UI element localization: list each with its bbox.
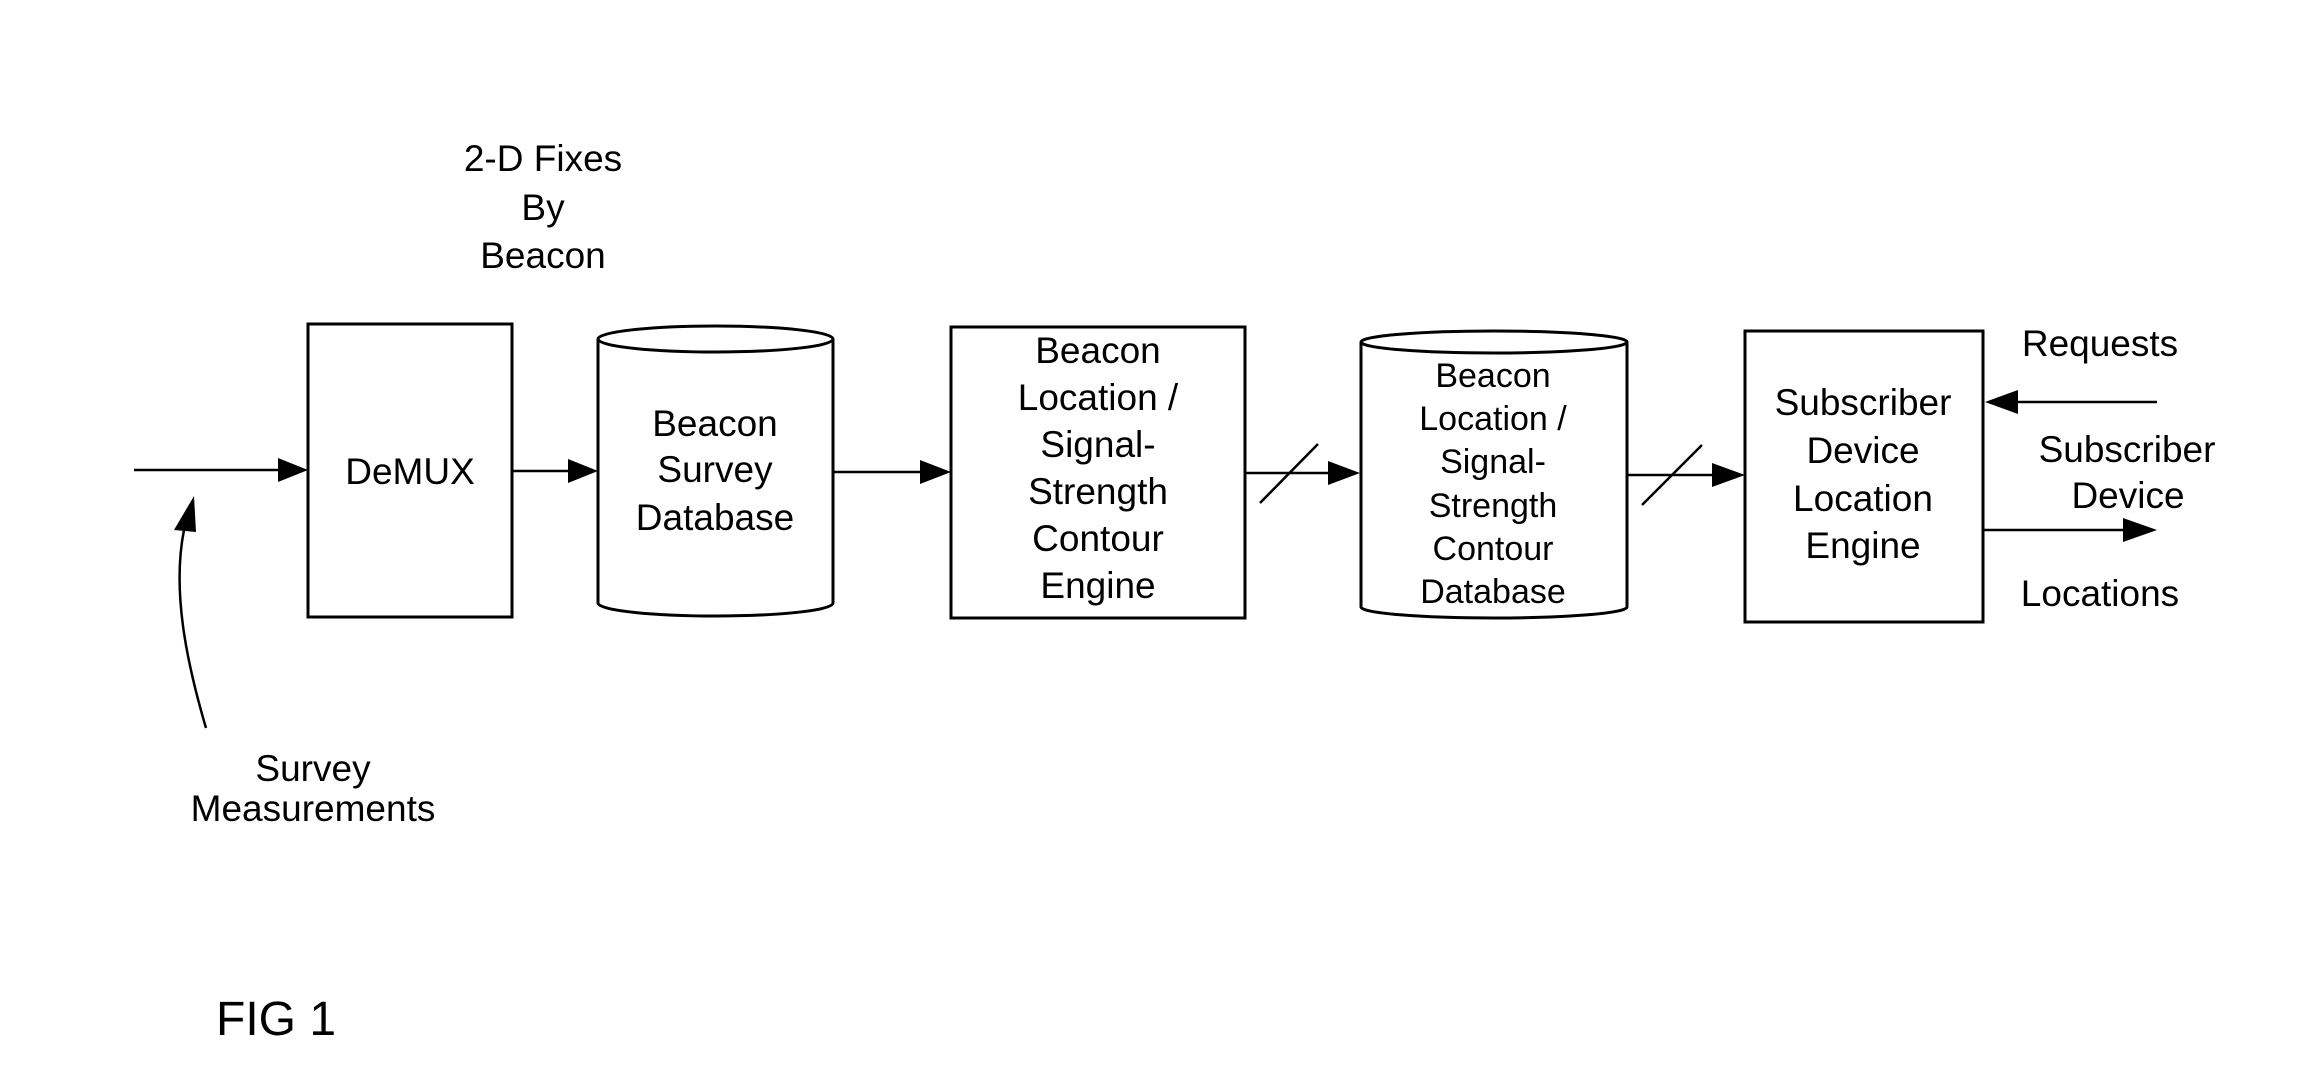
contour-engine-node: Beacon Location / Signal- Strength Conto… xyxy=(949,325,1247,620)
fixes-label-line: 2-D Fixes xyxy=(464,138,622,179)
database-top xyxy=(596,324,835,354)
subscriber-device-label-line: Device xyxy=(2071,475,2184,516)
fixes-label-line: Beacon xyxy=(480,235,606,276)
arrowhead-icon xyxy=(278,458,308,482)
contour-engine-label-line: Signal- xyxy=(1040,424,1155,465)
engine-to-contour-db-arrow xyxy=(1245,443,1360,504)
contour-engine-label-line: Contour xyxy=(1032,518,1164,559)
demux-label: DeMUX xyxy=(345,451,475,492)
subscriber-engine-label-line: Engine xyxy=(1805,525,1920,566)
curved-arrow-line xyxy=(178,529,208,729)
survey-db-label-line: Beacon xyxy=(652,403,778,444)
demux-node: DeMUX xyxy=(306,322,514,619)
contour-db-label-line: Signal- xyxy=(1440,443,1546,481)
contour-engine-label-line: Beacon xyxy=(1035,330,1161,371)
survey-measurements-line: Survey xyxy=(255,748,371,789)
fixes-by-beacon-label: 2-D Fixes By Beacon xyxy=(464,138,622,276)
contour-db-label-line: Contour xyxy=(1433,530,1554,568)
arrowhead-icon xyxy=(920,460,951,484)
survey-measurements-line: Measurements xyxy=(191,788,436,829)
subscriber-engine-label-line: Device xyxy=(1806,430,1919,471)
arrowhead-icon xyxy=(1985,390,2018,414)
subscriber-engine-label-line: Subscriber xyxy=(1775,382,1952,423)
contour-engine-label-line: Strength xyxy=(1028,471,1168,512)
arrowhead-icon xyxy=(2123,518,2157,542)
subscriber-engine-box xyxy=(1743,329,1985,624)
figure-caption: FIG 1 xyxy=(216,993,336,1046)
demux-to-survey-db-arrow xyxy=(512,459,598,483)
arrowhead-icon xyxy=(174,496,196,532)
locations-label: Locations xyxy=(2021,573,2179,614)
survey-db-label-line: Survey xyxy=(657,449,773,490)
contour-db-label-line: Beacon xyxy=(1435,357,1550,395)
contour-db-label-line: Strength xyxy=(1429,487,1558,525)
fixes-label-line: By xyxy=(521,187,565,228)
subscriber-device-label-line: Subscriber xyxy=(2039,429,2216,470)
arrowhead-icon xyxy=(568,459,598,483)
input-arrow xyxy=(134,458,308,482)
survey-db-to-engine-arrow xyxy=(833,460,951,484)
requests-label: Requests xyxy=(2022,323,2178,364)
survey-measurements-label: Survey Measurements xyxy=(191,748,436,829)
survey-db-label-line: Database xyxy=(636,497,794,538)
contour-db-label-line: Database xyxy=(1420,573,1566,611)
arrowhead-icon xyxy=(1712,463,1745,487)
subscriber-engine-node: Subscriber Device Location Engine xyxy=(1743,329,1985,624)
contour-engine-label-line: Location / xyxy=(1018,377,1179,418)
survey-measurements-arrow xyxy=(174,496,208,729)
subscriber-engine-label-line: Location xyxy=(1793,478,1933,519)
contour-engine-label-line: Engine xyxy=(1040,565,1155,606)
database-top xyxy=(1359,329,1629,355)
arrowhead-icon xyxy=(1328,461,1360,485)
locations-arrow xyxy=(1983,518,2157,542)
contour-db-to-subscriber-engine-arrow xyxy=(1627,444,1745,506)
requests-arrow xyxy=(1985,390,2157,414)
beacon-survey-database-node: Beacon Survey Database xyxy=(596,324,835,618)
contour-database-node: Beacon Location / Signal- Strength Conto… xyxy=(1359,329,1629,620)
contour-db-label-line: Location / xyxy=(1419,400,1567,438)
block-diagram: 2-D Fixes By Beacon Survey Measurements … xyxy=(134,138,2216,1046)
